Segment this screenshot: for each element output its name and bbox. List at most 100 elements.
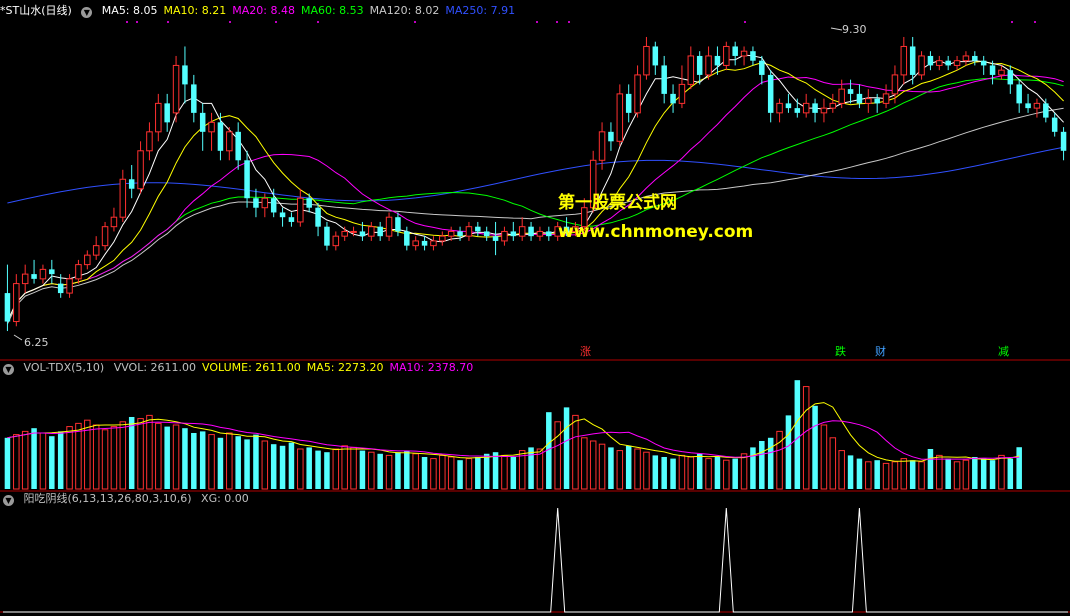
- volume-bar: [812, 405, 818, 489]
- volume-bar: [998, 454, 1005, 490]
- marker-dot: [317, 21, 319, 23]
- low-price-label: 6.25: [24, 336, 49, 349]
- marker-dot: [744, 21, 746, 23]
- watermark-title: 第一股票公式网: [558, 193, 677, 213]
- volume-bar: [172, 424, 180, 490]
- candle-body: [643, 45, 650, 76]
- candle-body: [324, 226, 330, 246]
- volume-legend: ▼ VOL-TDX(5,10) VVOL: 2611.00 VOLUME: 261…: [0, 361, 485, 375]
- volume-bar: [838, 450, 845, 490]
- volume-bar: [368, 451, 375, 490]
- event-marker-reduce[interactable]: 减: [998, 343, 1009, 359]
- volume-bar: [110, 426, 118, 490]
- volume-bar: [137, 418, 144, 490]
- volume-bar: [288, 442, 295, 489]
- volume-bar: [465, 458, 473, 490]
- candle-body: [430, 240, 437, 247]
- candle-body: [820, 107, 828, 114]
- volume-bar: [572, 414, 579, 490]
- indicator-legend: ▼ 阳吃阴线(6,13,13,26,80,3,10,6) XG: 0.00: [0, 492, 261, 506]
- candle-body: [767, 74, 774, 113]
- candle-body: [421, 240, 428, 246]
- candle-body: [253, 198, 259, 208]
- volume-panel: [4, 380, 1022, 490]
- candle-body: [962, 55, 970, 62]
- volume-bar: [563, 407, 570, 489]
- volume-bar: [385, 454, 393, 490]
- chevron-down-icon[interactable]: ▼: [3, 495, 14, 506]
- price-legend: *ST山水(日线) ▼ MA5: 8.05 MA10: 8.21 MA20: 8.4…: [0, 4, 527, 18]
- candle-body: [92, 245, 100, 256]
- candle-body: [395, 217, 401, 232]
- chevron-down-icon[interactable]: ▼: [3, 364, 14, 375]
- volume-bar: [199, 431, 206, 489]
- candle-body: [483, 231, 490, 237]
- volume-bar: [341, 445, 348, 490]
- marker-dot: [556, 21, 558, 23]
- marker-dot: [414, 21, 416, 23]
- volume-bar: [740, 453, 748, 490]
- candle-body: [208, 121, 215, 133]
- volume-bar: [608, 447, 614, 489]
- candle-body: [110, 216, 118, 228]
- volume-bar: [492, 452, 499, 489]
- volume-bar: [918, 461, 925, 490]
- volume-bar: [723, 459, 730, 490]
- volume-bar: [92, 424, 100, 490]
- volume-bar: [696, 453, 703, 489]
- volume-bar: [13, 434, 20, 490]
- volume-bar: [119, 421, 127, 490]
- volume-bar: [847, 455, 854, 489]
- candle-body: [953, 60, 961, 66]
- candle-body: [501, 230, 508, 242]
- stock-title: *ST山水(日线): [0, 4, 72, 17]
- chevron-down-icon[interactable]: ▼: [81, 7, 93, 18]
- marker-dot: [1011, 21, 1013, 23]
- candle-body: [4, 293, 11, 322]
- candle-body: [306, 198, 312, 208]
- candle-body: [776, 102, 783, 114]
- volume-bar: [820, 424, 828, 490]
- event-marker-finance[interactable]: 财: [875, 343, 886, 359]
- volume-bar: [785, 415, 792, 489]
- candle-body: [492, 236, 499, 241]
- candle-body: [838, 88, 845, 104]
- candle-body: [829, 102, 837, 109]
- volume-bar: [395, 452, 401, 489]
- volume-bar: [767, 437, 774, 489]
- candle-body: [385, 216, 393, 237]
- candle-body: [705, 55, 712, 76]
- volume-bar: [891, 461, 899, 490]
- volume-bar: [483, 453, 490, 489]
- volume-bar: [155, 422, 162, 490]
- volume-legend-item-3: MA10: 2378.70: [389, 361, 474, 374]
- candle-body: [182, 65, 188, 85]
- candle-body: [332, 235, 340, 247]
- candle-body: [49, 269, 55, 275]
- marker-dot: [126, 21, 128, 23]
- event-marker-fall[interactable]: 跌: [835, 343, 846, 359]
- candle-body: [465, 226, 473, 237]
- candle-body: [1016, 84, 1022, 104]
- volume-bar: [191, 432, 197, 489]
- candle-body: [261, 197, 269, 209]
- volume-bar: [936, 454, 943, 490]
- volume-bar: [297, 448, 304, 490]
- candle-body: [39, 268, 47, 280]
- volume-bar: [404, 450, 410, 489]
- event-marker-rise[interactable]: 涨: [580, 343, 591, 359]
- candle-body: [518, 226, 526, 237]
- volume-bar: [589, 440, 597, 490]
- candle-body: [510, 231, 517, 237]
- stock-chart[interactable]: [0, 0, 1070, 616]
- candle-body: [625, 93, 632, 113]
- candle-body: [350, 230, 357, 233]
- candle-body: [678, 83, 686, 104]
- candle-body: [598, 131, 606, 161]
- candle-body: [608, 131, 614, 142]
- volume-bar: [182, 428, 188, 489]
- volume-bar: [705, 458, 712, 490]
- price-legend-item-5: MA250: 7.91: [445, 4, 516, 17]
- candle-body: [856, 93, 863, 104]
- marker-dot: [536, 21, 538, 23]
